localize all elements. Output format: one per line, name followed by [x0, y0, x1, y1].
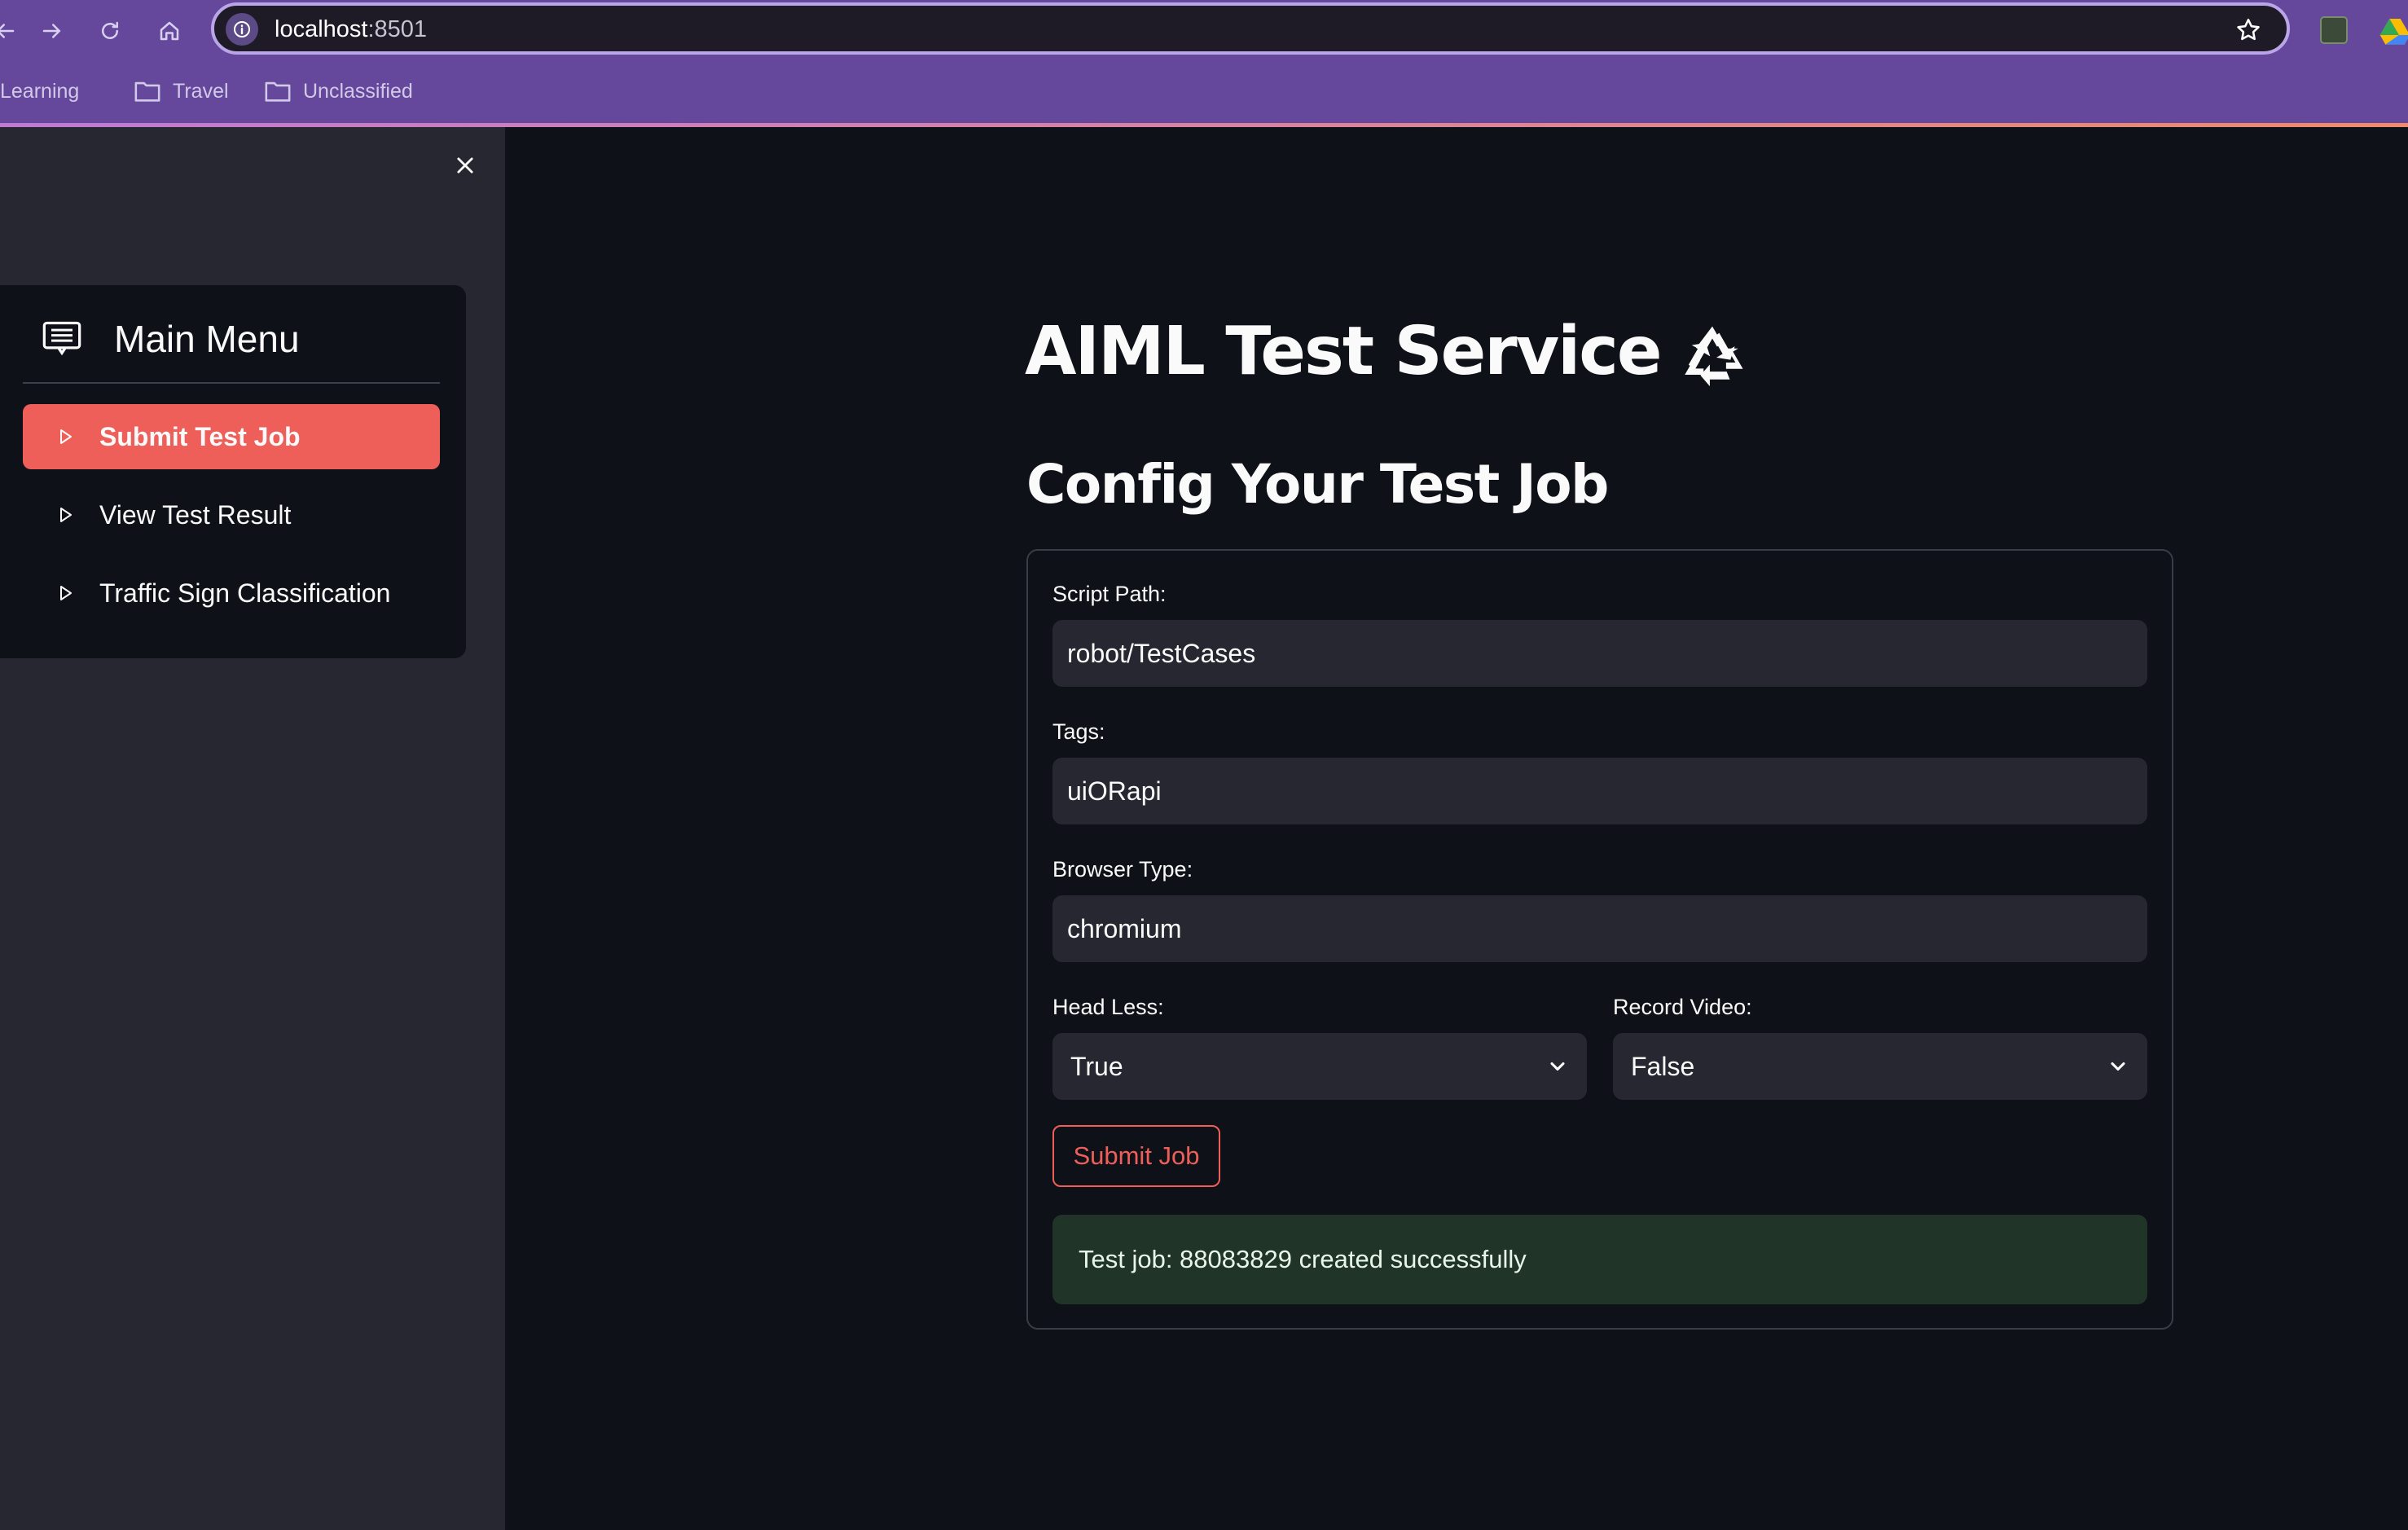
chevron-down-icon [1550, 1062, 1565, 1071]
folder-icon [134, 81, 160, 102]
bookmark-label: Travel [173, 79, 229, 103]
address-bar[interactable]: localhost:8501 [211, 2, 2290, 55]
browser-type-input[interactable] [1052, 895, 2147, 962]
main-menu: Main Menu Submit Test Job View Test Resu… [0, 285, 466, 658]
forward-icon[interactable] [33, 11, 72, 51]
play-icon [60, 429, 72, 444]
head-less-value: True [1070, 1051, 1123, 1081]
folder-icon [265, 81, 291, 102]
menu-item-label: View Test Result [99, 499, 292, 530]
menu-item-submit-test-job[interactable]: Submit Test Job [23, 404, 440, 469]
close-sidebar-button[interactable] [450, 151, 480, 180]
head-less-select[interactable]: True [1052, 1033, 1587, 1100]
bookmark-travel[interactable]: Travel [134, 75, 229, 108]
record-video-value: False [1631, 1051, 1695, 1081]
menu-header: Main Menu [41, 317, 300, 361]
close-icon [457, 157, 473, 174]
success-alert: Test job: 88083829 created successfully [1052, 1215, 2147, 1304]
chevron-down-icon [2111, 1062, 2125, 1071]
menu-item-label: Submit Test Job [99, 421, 301, 451]
url-text[interactable]: localhost:8501 [275, 16, 427, 43]
extension-icon[interactable] [2320, 16, 2348, 44]
recycle-icon [1685, 326, 1744, 386]
script-path-label: Script Path: [1052, 582, 1167, 606]
reload-icon[interactable] [90, 11, 130, 51]
browser-type-label: Browser Type: [1052, 857, 1193, 882]
page-title: AIML Test Service [1025, 313, 1750, 393]
success-message: Test job: 88083829 created successfully [1079, 1245, 1527, 1273]
menu-item-traffic-sign-classification[interactable]: Traffic Sign Classification [23, 561, 440, 626]
menu-item-view-test-result[interactable]: View Test Result [23, 482, 440, 547]
script-path-input[interactable] [1052, 620, 2147, 687]
menu-item-label: Traffic Sign Classification [99, 578, 391, 608]
menu-divider [23, 382, 440, 384]
bookmark-label: Learning [0, 79, 80, 103]
play-icon [60, 586, 72, 600]
home-icon[interactable] [150, 11, 189, 51]
tags-input[interactable] [1052, 758, 2147, 824]
record-video-label: Record Video: [1613, 995, 1752, 1019]
bookmark-unclassified[interactable]: Unclassified [264, 75, 413, 108]
section-title: Config Your Test Job [1026, 453, 1609, 516]
submit-job-button[interactable]: Submit Job [1052, 1125, 1220, 1187]
play-icon [60, 508, 72, 522]
bookmark-learning[interactable]: Learning [0, 75, 79, 108]
bookmark-label: Unclassified [303, 79, 413, 103]
drive-icon[interactable] [2379, 15, 2408, 47]
bookmark-star-icon[interactable] [2234, 16, 2262, 44]
site-info-icon[interactable] [226, 13, 258, 46]
record-video-select[interactable]: False [1613, 1033, 2147, 1100]
tags-label: Tags: [1052, 719, 1105, 744]
back-icon[interactable] [0, 11, 24, 51]
menu-list-icon [42, 321, 81, 356]
menu-title: Main Menu [114, 318, 300, 360]
head-less-label: Head Less: [1052, 995, 1164, 1019]
page-title-text: AIML Test Service [1025, 313, 1662, 390]
